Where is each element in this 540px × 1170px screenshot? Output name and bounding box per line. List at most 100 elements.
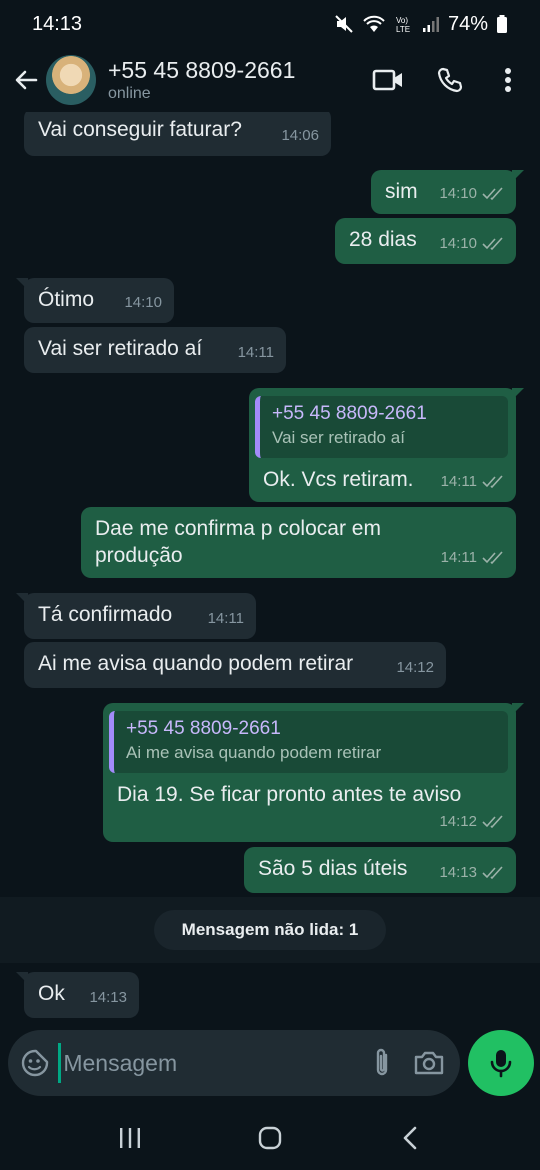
sticker-button[interactable] (12, 1035, 58, 1091)
message-text: 28 dias (349, 228, 417, 251)
message-incoming[interactable]: Vai ser retirado aí 14:11 (24, 327, 286, 373)
voice-record-button[interactable] (468, 1030, 534, 1096)
message-meta: 14:11 (238, 339, 274, 366)
double-check-icon (482, 474, 503, 488)
message-outgoing[interactable]: sim 14:10 (371, 170, 524, 214)
message-outgoing-reply[interactable]: +55 45 8809-2661 Vai ser retirado aí Ok.… (249, 388, 524, 502)
video-call-button[interactable] (362, 54, 414, 106)
contact-info[interactable]: +55 45 8809-2661 online (108, 56, 295, 104)
message-text: Tá confirmado (38, 603, 173, 626)
message-time: 14:11 (440, 549, 477, 566)
status-icons: Vo) LTE 74% (334, 13, 508, 36)
message-incoming[interactable]: Ok 14:13 (16, 972, 139, 1018)
message-incoming[interactable]: Vai conseguir faturar? 14:06 (24, 112, 331, 156)
double-check-icon (482, 186, 503, 200)
recents-button[interactable] (100, 1113, 160, 1163)
quoted-sender: +55 45 8809-2661 (126, 718, 281, 739)
message-text: sim (385, 180, 418, 203)
nav-back-icon (403, 1126, 417, 1150)
message-time: 14:11 (207, 610, 244, 627)
double-check-icon (482, 236, 503, 250)
double-check-icon (482, 550, 503, 564)
message-incoming[interactable]: Tá confirmado 14:11 (16, 593, 256, 639)
unread-label: Mensagem não lida: 1 (153, 910, 387, 950)
message-outgoing-reply[interactable]: +55 45 8809-2661 Ai me avisa quando pode… (103, 703, 524, 842)
battery-percent: 74% (447, 12, 488, 35)
voice-call-button[interactable] (424, 54, 476, 106)
message-text: Dae me confirma p colocar em produção (95, 517, 381, 567)
status-time: 14:13 (32, 12, 83, 35)
message-incoming[interactable]: Ótimo 14:10 (16, 278, 174, 323)
message-meta: 14:11 (208, 605, 244, 632)
message-meta: 14:12 (396, 654, 434, 681)
message-time: 14:12 (396, 659, 434, 676)
home-icon (258, 1126, 282, 1150)
message-meta: 14:06 (281, 122, 319, 149)
message-meta: 14:11 (441, 468, 504, 495)
message-text: São 5 dias úteis (258, 857, 408, 880)
more-options-button[interactable] (482, 54, 534, 106)
message-text: Dia 19. Se ficar pronto antes te aviso (117, 783, 462, 806)
attach-icon (377, 1048, 388, 1076)
message-time: 14:06 (281, 127, 319, 144)
mute-icon (335, 15, 353, 33)
double-check-icon (482, 865, 503, 879)
quoted-text: Vai ser retirado aí (272, 428, 405, 447)
header-actions (352, 54, 540, 106)
message-meta: 14:11 (441, 544, 504, 571)
unread-separator: Mensagem não lida: 1 (0, 897, 540, 963)
message-meta: 14:13 (439, 859, 504, 886)
message-meta: 14:10 (439, 180, 504, 207)
contact-name: +55 45 8809-2661 (108, 57, 296, 83)
home-button[interactable] (240, 1113, 300, 1163)
message-outgoing[interactable]: 28 dias 14:10 (335, 218, 516, 264)
message-time: 14:10 (124, 294, 162, 311)
message-outgoing[interactable]: Dae me confirma p colocar em produção 14… (81, 507, 516, 578)
nav-back-button[interactable] (380, 1113, 440, 1163)
mic-icon (490, 1050, 512, 1078)
message-time: 14:10 (439, 185, 477, 202)
message-meta: 14:10 (439, 230, 504, 257)
svg-text:Vo): Vo) (396, 16, 408, 25)
message-time: 14:13 (89, 989, 127, 1006)
volte-icon: Vo) LTE (396, 16, 410, 34)
message-text: Ótimo (38, 288, 95, 311)
message-time: 14:11 (237, 344, 274, 361)
sticker-icon (21, 1049, 49, 1077)
camera-button[interactable] (406, 1035, 452, 1091)
recents-icon (120, 1128, 140, 1148)
message-time: 14:10 (439, 235, 477, 252)
svg-text:LTE: LTE (396, 25, 410, 34)
quoted-message[interactable]: +55 45 8809-2661 Vai ser retirado aí (255, 396, 508, 458)
message-list[interactable]: Vai conseguir faturar? 14:06 sim 14:10 2… (0, 112, 540, 1028)
more-vert-icon (505, 68, 511, 92)
battery-icon (497, 15, 507, 33)
message-incoming[interactable]: Ai me avisa quando podem retirar 14:12 (24, 642, 446, 688)
message-composer (8, 1030, 460, 1096)
system-nav-bar (0, 1106, 540, 1170)
contact-status: online (108, 85, 151, 102)
video-call-icon (372, 69, 402, 91)
status-bar: 14:13 Vo) LTE 74% (0, 0, 540, 48)
signal-icon (422, 17, 439, 32)
message-text: Vai ser retirado aí (38, 337, 203, 360)
message-text: Ok. Vcs retiram. (263, 468, 414, 491)
message-meta: 14:10 (124, 289, 162, 316)
message-meta: 14:13 (89, 984, 127, 1011)
message-time: 14:11 (440, 473, 477, 490)
quoted-text: Ai me avisa quando podem retirar (126, 743, 382, 762)
double-check-icon (482, 814, 503, 828)
message-time: 14:12 (439, 813, 477, 830)
message-meta: 14:12 (439, 808, 504, 835)
back-button[interactable] (6, 60, 46, 100)
message-input[interactable] (58, 1043, 360, 1083)
message-outgoing[interactable]: São 5 dias úteis 14:13 (244, 847, 516, 893)
avatar[interactable] (46, 55, 96, 105)
quoted-message[interactable]: +55 45 8809-2661 Ai me avisa quando pode… (109, 711, 508, 773)
chat-header: +55 45 8809-2661 online (0, 48, 540, 112)
wifi-icon (363, 15, 385, 32)
camera-icon (414, 1051, 444, 1075)
phone-icon (437, 67, 463, 93)
message-time: 14:13 (439, 864, 477, 881)
attach-button[interactable] (359, 1035, 405, 1091)
